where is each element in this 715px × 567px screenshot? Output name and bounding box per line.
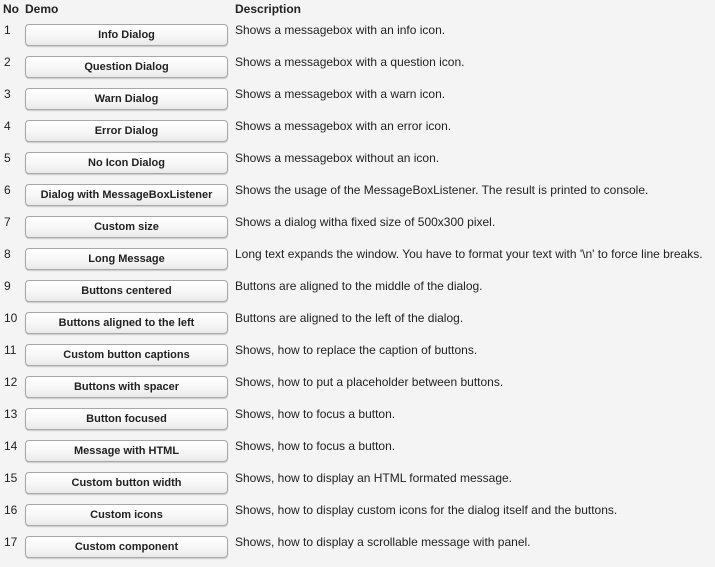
table-row: 7 Custom size Shows a dialog witha fixed s… <box>0 212 715 244</box>
row-number: 17 <box>4 535 18 549</box>
demo-button[interactable]: Buttons centered <box>25 280 228 302</box>
demo-button[interactable]: Question Dialog <box>25 56 228 78</box>
header-description: Description <box>235 2 302 16</box>
table-row: 5 No Icon Dialog Shows a messagebox withou… <box>0 148 715 180</box>
demo-button[interactable]: Custom button captions <box>25 344 228 366</box>
row-number: 7 <box>4 215 11 229</box>
demo-button[interactable]: Error Dialog <box>25 120 228 142</box>
row-description: Shows, how to display a scrollable messa… <box>235 535 531 549</box>
row-description: Shows, how to focus a button. <box>235 439 396 453</box>
row-description: Shows, how to replace the caption of but… <box>235 343 478 357</box>
row-number: 11 <box>4 343 17 357</box>
row-number: 6 <box>4 183 11 197</box>
table-row: 16 Custom icons Shows, how to display cust… <box>0 500 715 532</box>
table-row: 4 Error Dialog Shows a messagebox with an … <box>0 116 715 148</box>
header-demo: Demo <box>25 2 59 16</box>
demo-button[interactable]: Long Message <box>25 248 228 270</box>
row-description: Shows, how to display custom icons for t… <box>235 503 618 517</box>
row-description: Shows a messagebox with an error icon. <box>235 119 452 133</box>
row-number: 16 <box>4 503 18 517</box>
row-description: Shows the usage of the MessageBoxListene… <box>235 183 649 197</box>
table-row: 12 Buttons with spacer Shows, how to put a… <box>0 372 715 404</box>
row-number: 1 <box>4 23 11 37</box>
table-row: 13 Button focused Shows, how to focus a bu… <box>0 404 715 436</box>
row-description: Buttons are aligned to the left of the d… <box>235 311 464 325</box>
row-number: 5 <box>4 151 11 165</box>
row-description: Shows a messagebox without an icon. <box>235 151 440 165</box>
table-row: 1 Info Dialog Shows a messagebox with an i… <box>0 20 715 52</box>
table-row: 11 Custom button captions Shows, how to re… <box>0 340 715 372</box>
row-number: 10 <box>4 311 18 325</box>
table-row: 9 Buttons centered Buttons are aligned to … <box>0 276 715 308</box>
table-row: 8 Long Message Long text expands the windo… <box>0 244 715 276</box>
demo-button[interactable]: Custom size <box>25 216 228 238</box>
row-number: 2 <box>4 55 11 69</box>
demo-button[interactable]: Custom icons <box>25 504 228 526</box>
header-no: No <box>3 2 19 16</box>
row-number: 3 <box>4 87 11 101</box>
row-description: Shows a messagebox with a question icon. <box>235 55 465 69</box>
row-number: 14 <box>4 439 18 453</box>
row-description: Buttons are aligned to the middle of the… <box>235 279 483 293</box>
table-row: 15 Custom button width Shows, how to displ… <box>0 468 715 500</box>
demo-button[interactable]: Buttons aligned to the left <box>25 312 228 334</box>
row-number: 15 <box>4 471 18 485</box>
table-row: 14 Message with HTML Shows, how to focus a… <box>0 436 715 468</box>
demo-button[interactable]: No Icon Dialog <box>25 152 228 174</box>
table-row: 3 Warn Dialog Shows a messagebox with a wa… <box>0 84 715 116</box>
table-row: 6 Dialog with MessageBoxListener Shows the… <box>0 180 715 212</box>
demo-button[interactable]: Info Dialog <box>25 24 228 46</box>
row-number: 8 <box>4 247 11 261</box>
demo-button[interactable]: Message with HTML <box>25 440 228 462</box>
demo-button[interactable]: Custom button width <box>25 472 228 494</box>
table-row: 10 Buttons aligned to the left Buttons are… <box>0 308 715 340</box>
demo-button[interactable]: Buttons with spacer <box>25 376 228 398</box>
table-row: 2 Question Dialog Shows a messagebox with … <box>0 52 715 84</box>
row-number: 12 <box>4 375 18 389</box>
row-description: Shows, how to put a placeholder between … <box>235 375 504 389</box>
demo-button[interactable]: Custom component <box>25 536 228 558</box>
row-description: Long text expands the window. You have t… <box>235 247 703 261</box>
demo-button[interactable]: Button focused <box>25 408 228 430</box>
table-row: 17 Custom component Shows, how to display … <box>0 532 715 564</box>
demo-button[interactable]: Warn Dialog <box>25 88 228 110</box>
row-description: Shows a messagebox with a warn icon. <box>235 87 446 101</box>
row-number: 4 <box>4 119 11 133</box>
row-number: 13 <box>4 407 18 421</box>
row-description: Shows, how to display an HTML formated m… <box>235 471 513 485</box>
demo-grid: No Demo Description 1 Info Dialog Shows a … <box>0 0 715 567</box>
row-description: Shows, how to focus a button. <box>235 407 396 421</box>
row-number: 9 <box>4 279 11 293</box>
demo-button[interactable]: Dialog with MessageBoxListener <box>25 184 228 206</box>
row-description: Shows a dialog witha fixed size of 500x3… <box>235 215 496 229</box>
row-description: Shows a messagebox with an info icon. <box>235 23 446 37</box>
